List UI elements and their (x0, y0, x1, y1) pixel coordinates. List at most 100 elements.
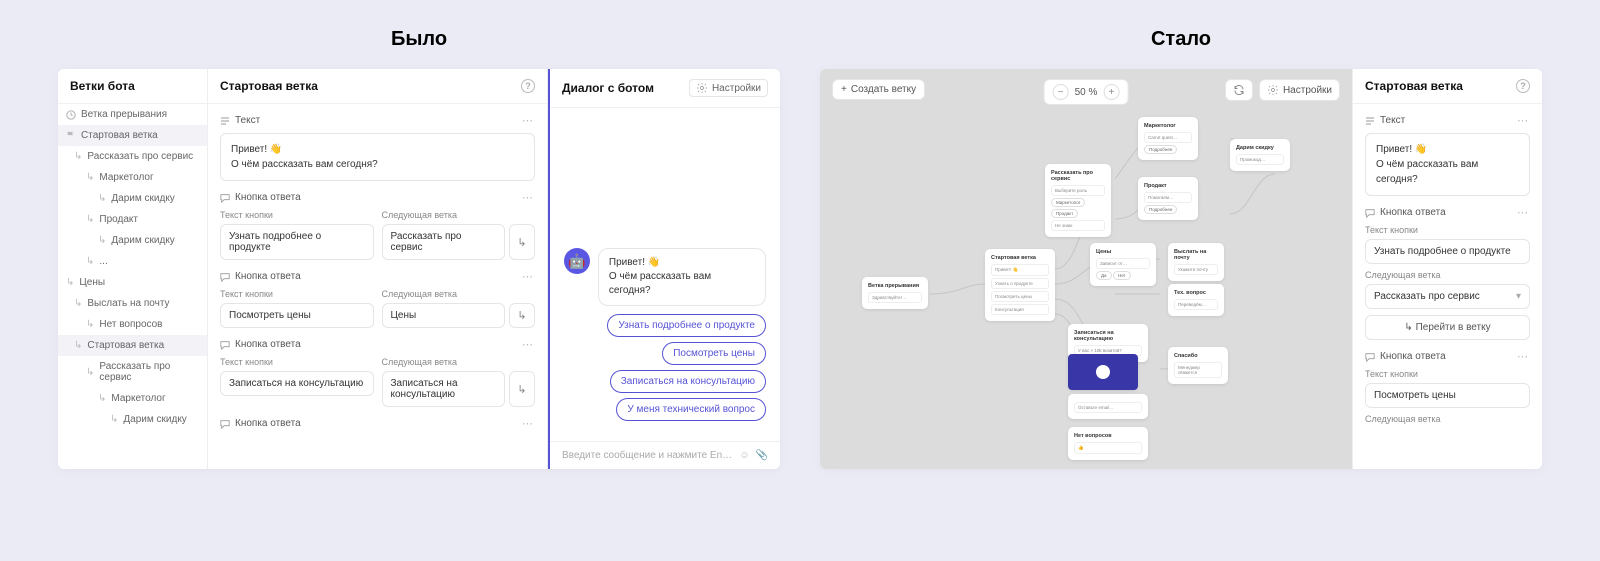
canvas[interactable]: +Создать ветку −50 %+ Настройки (820, 69, 1352, 469)
editor-header: Стартовая ветка ? (208, 69, 547, 104)
field-label: Следующая ветка (1365, 414, 1530, 424)
reply-button-header: Кнопка ответа (220, 271, 301, 282)
text-icon (1365, 116, 1375, 126)
goto-branch-button[interactable]: ↳ Перейти в ветку (1365, 315, 1530, 340)
next-branch-input[interactable]: Записаться на консультацию (382, 371, 506, 407)
next-branch-select[interactable]: Рассказать про сервис▾ (1365, 284, 1530, 309)
canvas-node[interactable]: Выслать на почтуУкажите почту (1168, 243, 1224, 281)
canvas-node[interactable]: СпасибоМенеджер свяжется (1168, 347, 1228, 384)
canvas-node[interactable]: Дарим скидкуПромокод… (1230, 139, 1290, 171)
emoji-icon[interactable]: ☺ (739, 450, 749, 461)
zoom-out-icon[interactable]: − (1053, 84, 1069, 100)
canvas-node[interactable]: Рассказать про сервисВыберите рольМаркет… (1045, 164, 1111, 237)
branch-item[interactable]: ↳Дарим скидку (58, 409, 207, 430)
zoom-control[interactable]: −50 %+ (1044, 79, 1129, 105)
more-icon[interactable]: ⋯ (522, 270, 535, 283)
more-icon[interactable]: ⋯ (522, 417, 535, 430)
more-icon[interactable]: ⋯ (1517, 114, 1530, 127)
branch-item[interactable]: ↳Цены (58, 272, 207, 293)
canvas-node[interactable] (1068, 354, 1138, 390)
arrow-icon: ↳ (74, 151, 82, 162)
button-text-input[interactable]: Посмотреть цены (1365, 383, 1530, 408)
text-block-header: Текст (220, 115, 260, 126)
help-icon[interactable]: ? (1516, 79, 1530, 93)
branch-item[interactable]: ↳Рассказать про сервис (58, 356, 207, 388)
canvas-node[interactable]: Стартовая веткаПривет! 👋Узнать о продукт… (985, 249, 1055, 321)
field-label: Текст кнопки (220, 210, 374, 220)
more-icon[interactable]: ⋯ (522, 191, 535, 204)
greeting-text[interactable]: Привет! 👋О чём рассказать вам сегодня? (220, 133, 535, 181)
chat-icon (220, 340, 230, 350)
greeting-text[interactable]: Привет! 👋О чём рассказать вам сегодня? (1365, 133, 1530, 196)
before-title: Было (391, 28, 447, 51)
arrow-icon: ↳ (74, 298, 82, 309)
branch-item[interactable]: ↳Дарим скидку (58, 188, 207, 209)
branch-item[interactable]: ↳Рассказать про сервис (58, 146, 207, 167)
chat-input[interactable]: Введите сообщение и нажмите En… ☺📎 (550, 441, 780, 469)
goto-button[interactable]: ↳ (509, 224, 535, 260)
gear-icon (696, 82, 708, 94)
arrow-icon: ↳ (66, 277, 74, 288)
branch-item[interactable]: ↳Выслать на почту (58, 293, 207, 314)
reply-button-header: Кнопка ответа (220, 339, 301, 350)
branch-item[interactable]: ↳Маркетолог (58, 388, 207, 409)
more-icon[interactable]: ⋯ (522, 114, 535, 127)
button-text-input[interactable]: Узнать подробнее о продукте (220, 224, 374, 260)
gear-icon (1267, 84, 1279, 96)
canvas-node[interactable]: ПродактПомогаем…Подробнее (1138, 177, 1198, 220)
goto-button[interactable]: ↳ (509, 303, 535, 328)
button-text-input[interactable]: Узнать подробнее о продукте (1365, 239, 1530, 264)
clock-icon (66, 110, 76, 120)
refresh-icon (1233, 84, 1245, 96)
text-icon (220, 116, 230, 126)
after-title: Стало (1151, 28, 1211, 51)
canvas-node[interactable]: Нет вопросов👍 (1068, 427, 1148, 460)
canvas-node[interactable]: Тех. вопросПереведём… (1168, 284, 1224, 316)
branch-item[interactable]: ↳... (58, 251, 207, 272)
text-block-header: Текст (1365, 115, 1405, 126)
field-label: Следующая ветка (1365, 270, 1530, 280)
canvas-node[interactable]: Оставьте email… (1068, 394, 1148, 419)
refresh-button[interactable] (1225, 79, 1253, 101)
arrow-icon: ↳ (98, 235, 106, 246)
create-branch-button[interactable]: +Создать ветку (832, 79, 925, 100)
chat-option[interactable]: У меня технический вопрос (616, 398, 766, 421)
field-label: Текст кнопки (220, 289, 374, 299)
bot-message: Привет! 👋О чём рассказать вам сегодня? (598, 248, 766, 306)
branch-item[interactable]: ↳Продакт (58, 209, 207, 230)
more-icon[interactable]: ⋯ (1517, 206, 1530, 219)
chat-icon (220, 272, 230, 282)
branch-item[interactable]: ↳Нет вопросов (58, 314, 207, 335)
chat-option[interactable]: Записаться на консультацию (610, 370, 766, 393)
chat-icon (1365, 208, 1375, 218)
help-icon[interactable]: ? (521, 79, 535, 93)
arrow-icon: ↳ (86, 367, 94, 378)
arrow-icon: ↳ (98, 393, 106, 404)
canvas-node[interactable]: МаркетологCarrot quest…Подробнее (1138, 117, 1198, 160)
next-branch-input[interactable]: Цены (382, 303, 506, 328)
chat-option[interactable]: Посмотреть цены (662, 342, 766, 365)
zoom-in-icon[interactable]: + (1103, 84, 1119, 100)
settings-button[interactable]: Настройки (689, 79, 768, 97)
branch-item[interactable]: Ветка прерывания (58, 104, 207, 125)
canvas-node[interactable]: ЦеныЗависит от…Да Нет (1090, 243, 1156, 286)
more-icon[interactable]: ⋯ (1517, 350, 1530, 363)
next-branch-input[interactable]: Рассказать про сервис (382, 224, 506, 260)
button-text-input[interactable]: Записаться на консультацию (220, 371, 374, 396)
goto-button[interactable]: ↳ (509, 371, 535, 407)
branch-item[interactable]: Стартовая ветка (58, 125, 207, 146)
arrow-icon: ↳ (110, 414, 118, 425)
branch-item[interactable]: ↳Маркетолог (58, 167, 207, 188)
branch-item[interactable]: ↳Дарим скидку (58, 230, 207, 251)
canvas-node[interactable]: Ветка прерыванияЗдравствуйте!… (862, 277, 928, 309)
attach-icon[interactable]: 📎 (756, 450, 768, 461)
reply-button-header: Кнопка ответа (220, 192, 301, 203)
field-label: Следующая ветка (382, 357, 536, 367)
chat-option[interactable]: Узнать подробнее о продукте (607, 314, 766, 337)
more-icon[interactable]: ⋯ (522, 338, 535, 351)
chevron-down-icon: ▾ (1516, 291, 1521, 302)
branch-item[interactable]: ↳Стартовая ветка (58, 335, 207, 356)
after-panel: +Создать ветку −50 %+ Настройки (820, 69, 1542, 469)
button-text-input[interactable]: Посмотреть цены (220, 303, 374, 328)
settings-button[interactable]: Настройки (1259, 79, 1340, 101)
